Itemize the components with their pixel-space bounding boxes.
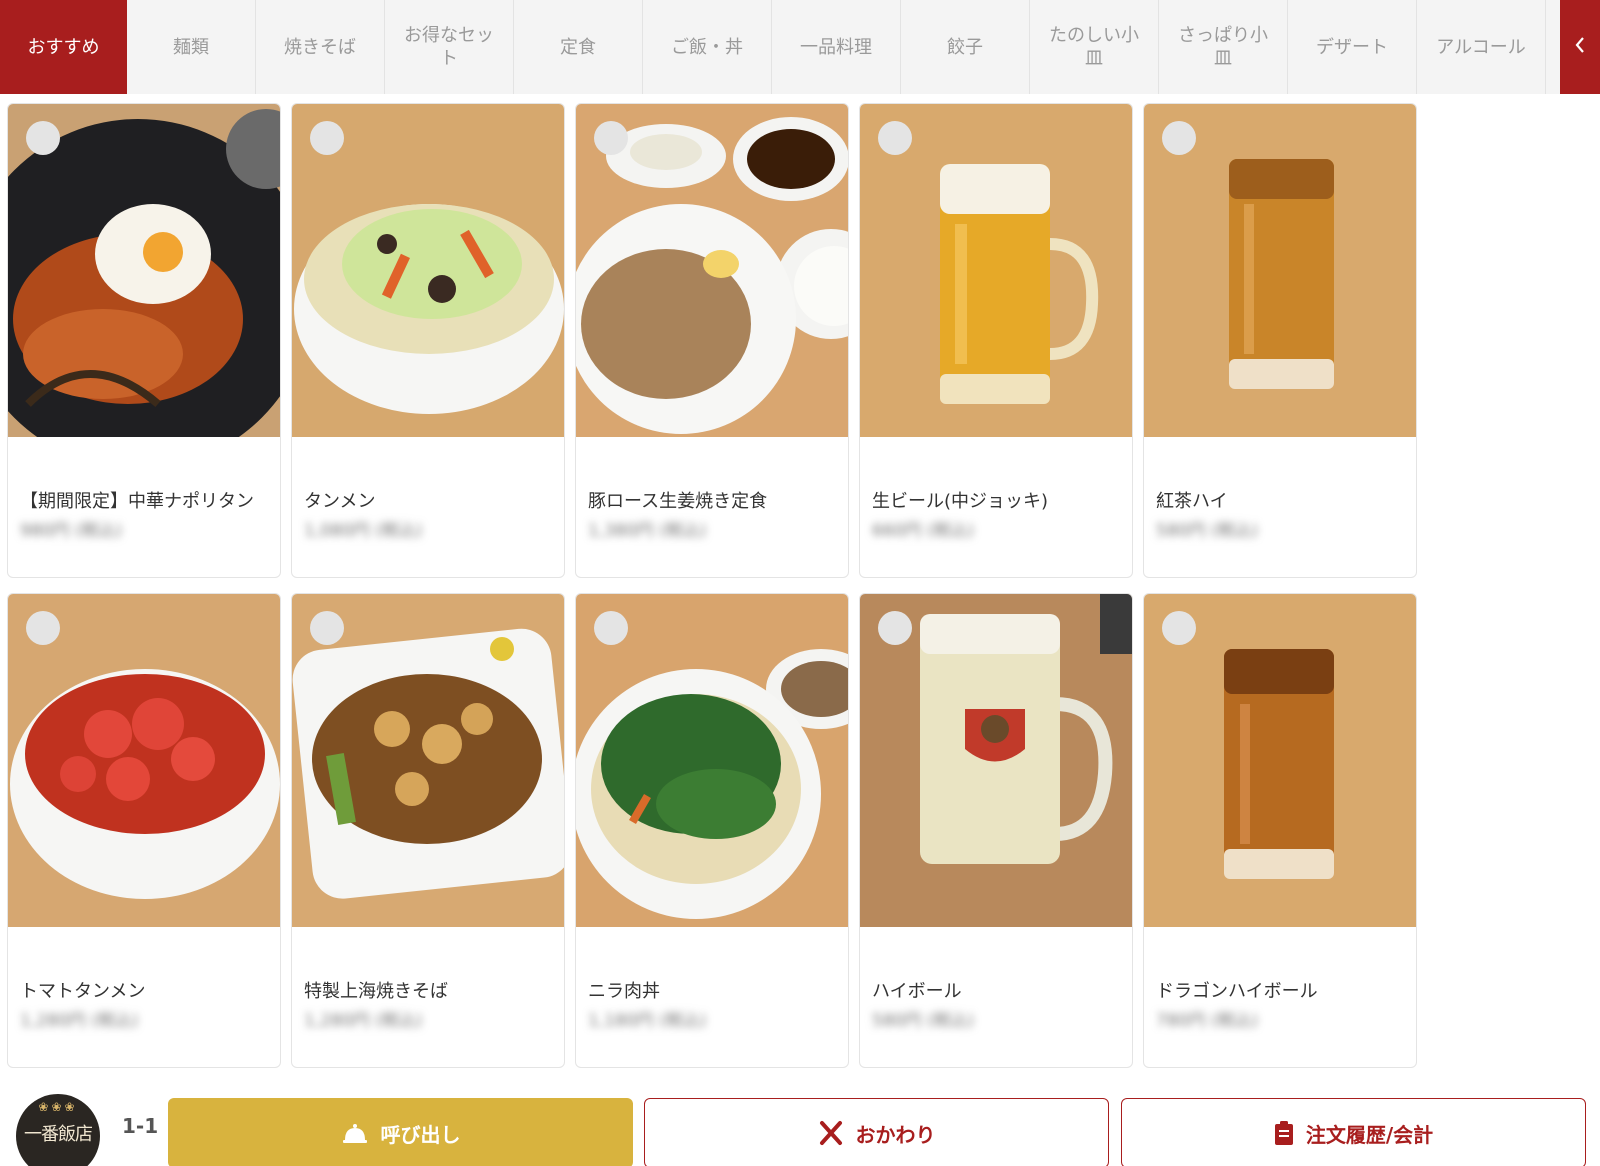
drink-photo-draft-beer <box>860 104 1132 437</box>
item-name: ニラ肉丼 <box>588 981 660 1002</box>
dish-photo-tomato-tanmen <box>8 594 280 927</box>
order-history-label: 注文履歴/会計 <box>1305 1122 1434 1147</box>
tab-a-la-carte[interactable]: 一品料理 <box>772 0 901 94</box>
menu-card[interactable]: ドラゴンハイボール 780円 (税込) <box>1143 593 1417 1068</box>
menu-card[interactable]: 【期間限定】中華ナポリタン 980円 (税込) <box>7 103 281 578</box>
bottom-action-bar: ❀❀❀ 一番飯店 1-1 呼び出し おかわり 注文履歴/会計 <box>0 1090 1600 1166</box>
refill-label: おかわり <box>855 1122 936 1147</box>
item-price: 660円 (税込) <box>872 521 975 541</box>
tab-scroll-left-button[interactable] <box>1560 0 1600 94</box>
clipboard-icon <box>1274 1120 1294 1146</box>
tab-value-sets[interactable]: お得なセット <box>385 0 514 94</box>
bell-icon <box>341 1121 369 1145</box>
tab-yakisoba[interactable]: 焼きそば <box>256 0 385 94</box>
dish-photo-ginger-pork-set <box>576 104 848 437</box>
menu-card[interactable]: 特製上海焼きそば 1,280円 (税込) <box>291 593 565 1068</box>
tab-alcohol[interactable]: アルコール <box>1417 0 1546 94</box>
tab-gyoza[interactable]: 餃子 <box>901 0 1030 94</box>
favorite-toggle[interactable] <box>310 121 344 155</box>
item-name: ドラゴンハイボール <box>1156 981 1318 1002</box>
item-name: 紅茶ハイ <box>1156 491 1228 512</box>
favorite-toggle[interactable] <box>26 121 60 155</box>
tab-fun-small-plates[interactable]: たのしい小皿 <box>1030 0 1159 94</box>
favorite-toggle[interactable] <box>26 611 60 645</box>
item-name: 豚ロース生姜焼き定食 <box>588 491 768 512</box>
dish-photo-shanghai-yakisoba <box>292 594 564 927</box>
menu-card[interactable]: 豚ロース生姜焼き定食 1,380円 (税込) <box>575 103 849 578</box>
item-name: ハイボール <box>872 981 962 1002</box>
item-name: トマトタンメン <box>20 981 146 1002</box>
logo-text: 一番飯店 <box>24 1124 93 1145</box>
order-history-checkout-button[interactable]: 注文履歴/会計 <box>1121 1098 1586 1166</box>
tab-set-meals[interactable]: 定食 <box>514 0 643 94</box>
favorite-toggle[interactable] <box>594 121 628 155</box>
favorite-toggle[interactable] <box>310 611 344 645</box>
favorite-toggle[interactable] <box>594 611 628 645</box>
dish-photo-nira-meat-bowl <box>576 594 848 927</box>
restaurant-logo: ❀❀❀ 一番飯店 <box>16 1094 100 1166</box>
tab-osusume[interactable]: おすすめ <box>0 0 127 94</box>
logo-ornament: ❀❀❀ <box>38 1100 78 1114</box>
chevron-left-icon <box>1574 35 1586 59</box>
table-number: 1-1 <box>122 1114 159 1138</box>
call-staff-label: 呼び出し <box>380 1122 461 1147</box>
item-name: 【期間限定】中華ナポリタン <box>20 491 254 512</box>
call-staff-button[interactable]: 呼び出し <box>168 1098 633 1166</box>
item-price: 580円 (税込) <box>1156 521 1259 541</box>
favorite-toggle[interactable] <box>1162 611 1196 645</box>
tab-light-small-plates[interactable]: さっぱり小皿 <box>1159 0 1288 94</box>
tab-rice-bowls[interactable]: ご飯・丼 <box>643 0 772 94</box>
refill-button[interactable]: おかわり <box>644 1098 1109 1166</box>
item-name: タンメン <box>304 491 376 512</box>
favorite-toggle[interactable] <box>878 121 912 155</box>
favorite-toggle[interactable] <box>1162 121 1196 155</box>
item-price: 1,280円 (税込) <box>20 1011 139 1031</box>
tab-noodles[interactable]: 麺類 <box>127 0 256 94</box>
menu-card[interactable]: ハイボール 580円 (税込) <box>859 593 1133 1068</box>
item-name: 生ビール(中ジョッキ) <box>872 491 1049 512</box>
menu-card[interactable]: 生ビール(中ジョッキ) 660円 (税込) <box>859 103 1133 578</box>
item-price: 980円 (税込) <box>20 521 123 541</box>
drink-photo-highball <box>860 594 1132 927</box>
item-price: 1,380円 (税込) <box>588 521 707 541</box>
favorite-toggle[interactable] <box>878 611 912 645</box>
drink-photo-dragon-highball <box>1144 594 1416 927</box>
item-price: 1,280円 (税込) <box>304 1011 423 1031</box>
menu-card[interactable]: トマトタンメン 1,280円 (税込) <box>7 593 281 1068</box>
menu-card[interactable]: ニラ肉丼 1,180円 (税込) <box>575 593 849 1068</box>
category-tab-bar: おすすめ 麺類 焼きそば お得なセット 定食 ご飯・丼 一品料理 餃子 たのしい… <box>0 0 1600 94</box>
dish-photo-tanmen <box>292 104 564 437</box>
item-price: 580円 (税込) <box>872 1011 975 1031</box>
dish-photo-napolitan <box>8 104 280 437</box>
item-name: 特製上海焼きそば <box>304 981 448 1002</box>
tab-dessert[interactable]: デザート <box>1288 0 1417 94</box>
menu-card[interactable]: タンメン 1,080円 (税込) <box>291 103 565 578</box>
item-price: 1,180円 (税込) <box>588 1011 707 1031</box>
drink-photo-tea-highball <box>1144 104 1416 437</box>
item-price: 780円 (税込) <box>1156 1011 1259 1031</box>
menu-card[interactable]: 紅茶ハイ 580円 (税込) <box>1143 103 1417 578</box>
cutlery-icon <box>818 1120 844 1146</box>
item-price: 1,080円 (税込) <box>304 521 423 541</box>
